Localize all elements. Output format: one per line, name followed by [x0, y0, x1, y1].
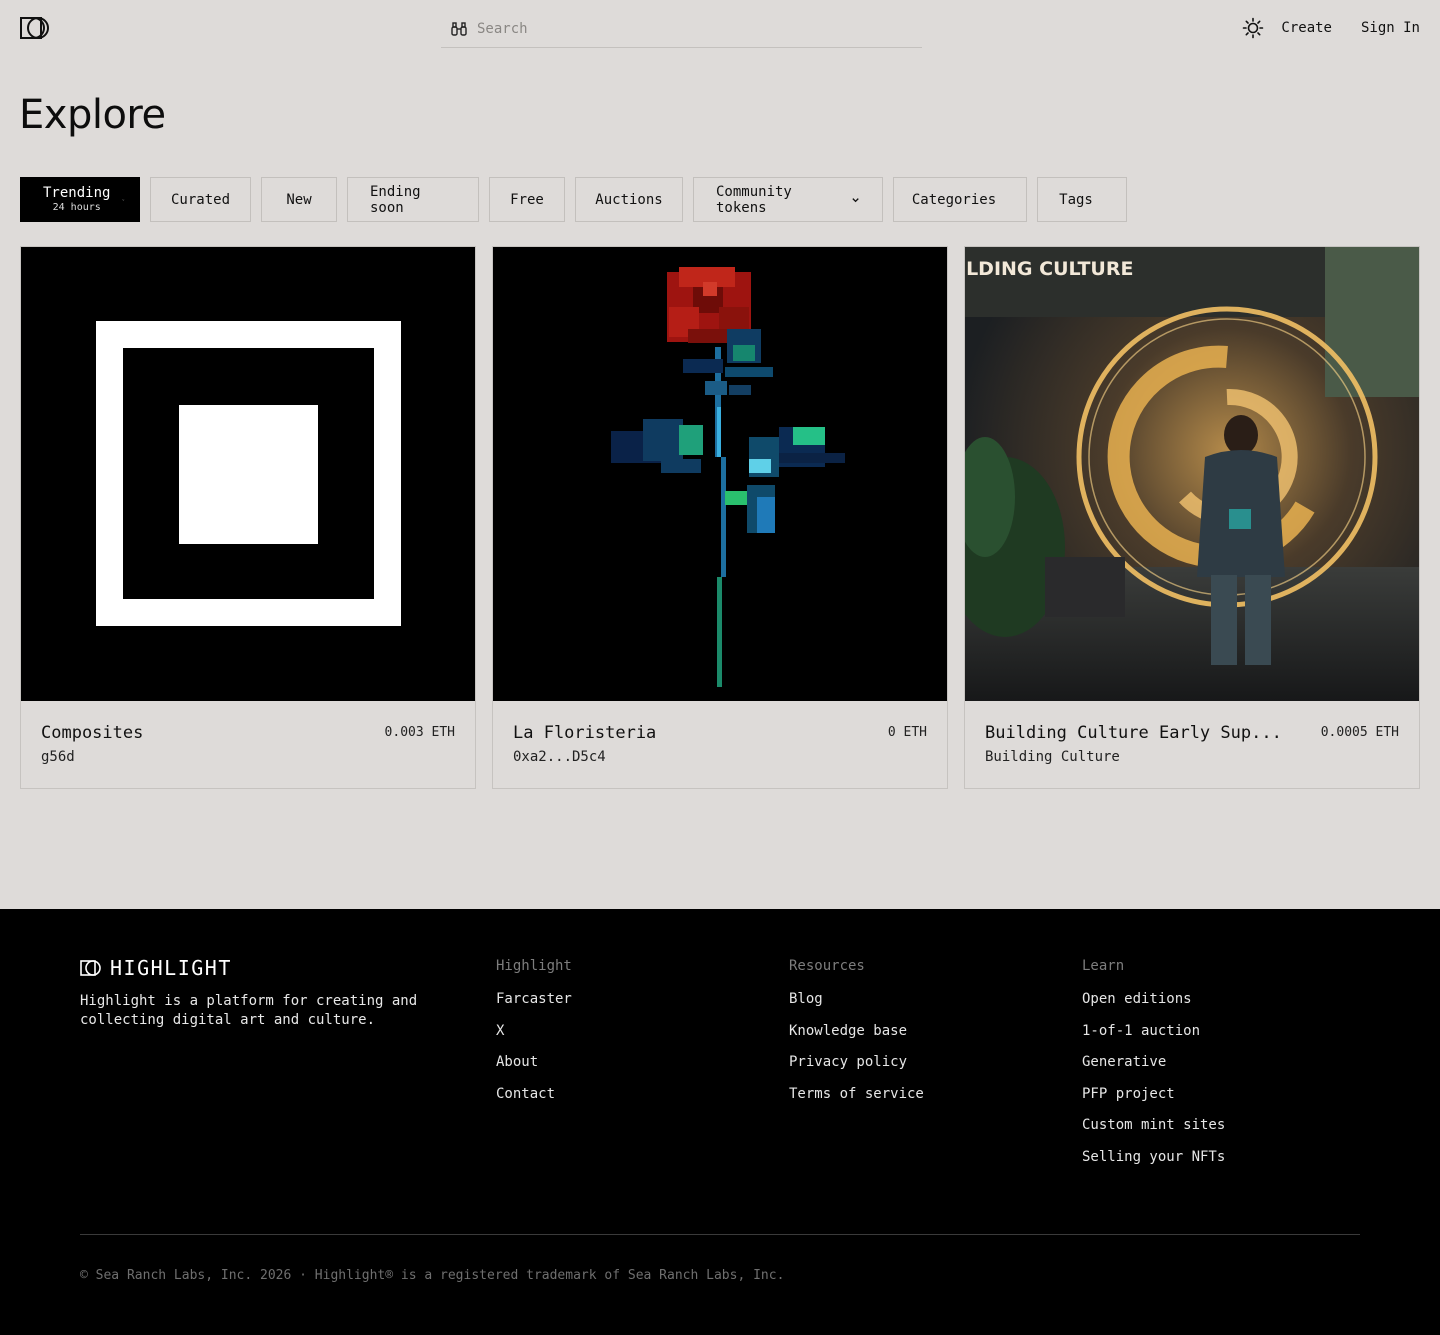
binoculars-icon	[451, 21, 467, 36]
card-title[interactable]: La Floristeria	[513, 723, 656, 743]
card-image-building-culture[interactable]: ILDING CULTURE	[965, 247, 1419, 701]
footer-column-heading: Resources	[789, 958, 865, 974]
rose-artwork	[493, 247, 947, 701]
filter-trending-period: 24 hours	[52, 202, 101, 213]
footer-link-blog[interactable]: Blog	[789, 991, 924, 1023]
chevron-down-icon	[852, 197, 859, 202]
collection-card[interactable]: ILDING CULTURE Building Culture Early Su…	[964, 246, 1420, 789]
footer-column-highlight: Highlight Farcaster X About Contact	[496, 958, 572, 1117]
filter-community-tokens[interactable]: Community tokens	[693, 177, 883, 222]
building-culture-artwork: ILDING CULTURE	[965, 247, 1419, 701]
footer-description: Highlight is a platform for creating and…	[80, 993, 418, 1028]
card-price: 0 ETH	[887, 725, 927, 740]
card-price: 0.003 ETH	[384, 725, 455, 740]
logo-icon[interactable]	[20, 17, 50, 39]
collection-card[interactable]: Composites g56d 0.003 ETH	[20, 246, 476, 789]
filter-categories-label: Categories	[911, 191, 997, 208]
footer-link-pfp-project[interactable]: PFP project	[1082, 1086, 1225, 1118]
search-bar[interactable]	[441, 10, 922, 48]
card-info: Building Culture Early Sup... Building C…	[965, 701, 1419, 788]
footer-link-privacy-policy[interactable]: Privacy policy	[789, 1054, 924, 1086]
filter-auctions[interactable]: Auctions	[575, 177, 683, 222]
footer-link-farcaster[interactable]: Farcaster	[496, 991, 572, 1023]
filter-community-tokens-label: Community tokens	[716, 183, 792, 216]
composites-artwork	[21, 247, 475, 701]
footer-link-open-editions[interactable]: Open editions	[1082, 991, 1225, 1023]
card-info: La Floristeria 0xa2...D5c4 0 ETH	[493, 701, 947, 788]
footer-column-resources: Resources Blog Knowledge base Privacy po…	[789, 958, 924, 1117]
footer-link-contact[interactable]: Contact	[496, 1086, 572, 1118]
sun-icon[interactable]	[1242, 17, 1264, 39]
footer-link-generative[interactable]: Generative	[1082, 1054, 1225, 1086]
footer-copyright: © Sea Ranch Labs, Inc. 2026 · Highlight®…	[80, 1268, 785, 1283]
card-creator[interactable]: Building Culture	[985, 749, 1120, 765]
footer: HIGHLIGHT Highlight is a platform for cr…	[0, 909, 1440, 1335]
filter-trending[interactable]: Trending 24 hours	[20, 177, 140, 222]
filter-tags[interactable]: Tags	[1037, 177, 1127, 222]
card-image-composites[interactable]	[21, 247, 475, 701]
filter-trending-label: Trending	[43, 185, 111, 201]
card-price: 0.0005 ETH	[1320, 725, 1399, 740]
create-link[interactable]: Create	[1281, 20, 1332, 36]
card-title[interactable]: Composites	[41, 723, 143, 743]
logo-icon	[80, 960, 101, 976]
header-actions: Create Sign In	[1242, 17, 1420, 39]
chevron-down-icon	[122, 198, 125, 201]
card-creator[interactable]: g56d	[41, 749, 75, 765]
page-title: Explore	[19, 92, 166, 138]
filter-tags-label: Tags	[1059, 191, 1093, 208]
card-info: Composites g56d 0.003 ETH	[21, 701, 475, 788]
filter-curated[interactable]: Curated	[150, 177, 251, 222]
search-input[interactable]	[477, 20, 897, 37]
footer-link-1-of-1-auction[interactable]: 1-of-1 auction	[1082, 1023, 1225, 1055]
image-overlay-text: ILDING CULTURE	[965, 258, 1133, 280]
filter-bar: Trending 24 hours Curated New Ending soo…	[20, 177, 1127, 222]
footer-column-learn: Learn Open editions 1-of-1 auction Gener…	[1082, 958, 1225, 1181]
footer-link-knowledge-base[interactable]: Knowledge base	[789, 1023, 924, 1055]
footer-link-selling-nfts[interactable]: Selling your NFTs	[1082, 1149, 1225, 1181]
footer-link-about[interactable]: About	[496, 1054, 572, 1086]
filter-new[interactable]: New	[261, 177, 337, 222]
collection-card[interactable]: La Floristeria 0xa2...D5c4 0 ETH	[492, 246, 948, 789]
footer-brand[interactable]: HIGHLIGHT	[80, 956, 232, 980]
card-title[interactable]: Building Culture Early Sup...	[985, 723, 1282, 743]
sign-in-link[interactable]: Sign In	[1361, 20, 1420, 36]
header: Create Sign In	[0, 0, 1440, 56]
footer-brand-name: HIGHLIGHT	[110, 956, 232, 980]
footer-link-custom-mint-sites[interactable]: Custom mint sites	[1082, 1117, 1225, 1149]
footer-column-heading: Highlight	[496, 958, 572, 974]
card-image-la-floristeria[interactable]	[493, 247, 947, 701]
footer-link-x[interactable]: X	[496, 1023, 572, 1055]
card-creator[interactable]: 0xa2...D5c4	[513, 749, 606, 765]
footer-column-heading: Learn	[1082, 958, 1125, 974]
filter-ending-soon[interactable]: Ending soon	[347, 177, 479, 222]
filter-categories[interactable]: Categories	[893, 177, 1027, 222]
footer-divider	[80, 1234, 1360, 1235]
footer-link-terms-of-service[interactable]: Terms of service	[789, 1086, 924, 1118]
filter-free[interactable]: Free	[489, 177, 565, 222]
